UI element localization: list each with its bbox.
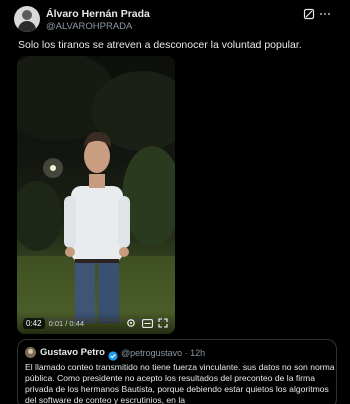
post-text: Solo los tiranos se atreven a desconocer… [18, 39, 302, 51]
video-remaining-time: 0:42 [23, 317, 45, 329]
post-header: Álvaro Hernán Prada @ALVAROHPRADA [14, 6, 336, 38]
avatar[interactable] [14, 6, 40, 32]
grok-icon[interactable] [302, 7, 316, 21]
quoted-text: El llamado conteo transmitido no tiene f… [25, 362, 335, 404]
quoted-meta: @petrogustavo · 12h [120, 347, 206, 358]
settings-icon[interactable] [125, 317, 137, 329]
quoted-avatar[interactable] [25, 347, 36, 358]
more-icon[interactable] [318, 7, 332, 21]
captions-icon[interactable] [141, 317, 153, 329]
author-handle[interactable]: @ALVAROHPRADA [46, 21, 132, 32]
quoted-author-name[interactable]: Gustavo Petro [40, 347, 105, 358]
quoted-post-header: Gustavo Petro @petrogustavo · 12h [25, 346, 206, 361]
video-frame [17, 56, 175, 334]
fullscreen-icon[interactable] [157, 317, 169, 329]
quoted-post[interactable]: Gustavo Petro @petrogustavo · 12h El lla… [17, 339, 337, 404]
video-elapsed-total: 0:01 / 0:44 [48, 318, 85, 328]
author-name[interactable]: Álvaro Hernán Prada [46, 8, 150, 20]
verified-badge-icon [108, 348, 118, 361]
video-controls: 0:42 0:01 / 0:44 [17, 312, 175, 334]
video-player[interactable]: 0:42 0:01 / 0:44 [17, 56, 175, 334]
